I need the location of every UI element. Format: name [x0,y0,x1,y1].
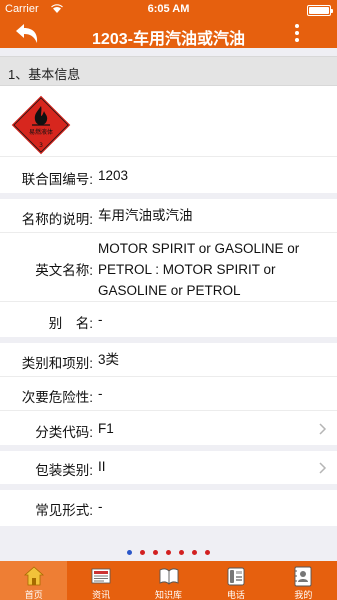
tab-label: 我的 [294,590,313,600]
pager-dot[interactable] [140,550,145,555]
status-bar: Carrier 6:05 AM [0,0,337,20]
field-value: 1203 [98,168,129,183]
field-name-description: 名称的说明: 车用汽油或汽油 [0,199,337,232]
more-options-icon[interactable] [293,24,301,46]
field-alias: 别 名: - [0,302,337,337]
tab-news[interactable]: 资讯 [67,561,134,600]
tab-phone[interactable]: 电话 [202,561,269,600]
hazard-class-number: 3 [39,142,43,149]
back-arrow-icon[interactable] [12,22,42,46]
section-header: 1、基本信息 [0,56,337,86]
field-label: 英文名称: [35,263,93,278]
page-title: 1203-车用汽油或汽油 [92,31,245,48]
hazard-sign-label: 易燃液体 [29,128,53,136]
field-label: 包装类别: [35,463,93,478]
pager-dot[interactable] [179,550,184,555]
field-un-number: 联合国编号: 1203 [0,157,337,193]
field-class-code[interactable]: 分类代码: F1 [0,411,337,445]
section-title: 1、基本信息 [8,67,81,82]
book-icon [159,568,178,585]
news-icon [91,568,111,584]
home-icon [23,566,44,586]
tab-label: 电话 [226,590,245,600]
field-packing-group[interactable]: 包装类别: II [0,451,337,484]
field-label: 分类代码: [35,425,93,440]
tab-label: 首页 [24,590,43,600]
field-value: - [98,386,103,401]
tab-bar: 首页 资讯 知识库 电话 我的 [0,561,337,600]
tab-home[interactable]: 首页 [0,561,68,600]
flammable-liquid-sign-icon: 易燃液体 3 [10,94,72,156]
field-class-division: 类别和项别: 3类 [0,343,337,376]
field-secondary-hazard: 次要危险性: - [0,377,337,410]
field-english-name: 英文名称: MOTOR SPIRIT or GASOLINE or PETROL… [0,233,337,301]
field-label: 常见形式: [35,503,93,518]
page-indicator[interactable] [0,542,337,560]
pager-dot[interactable] [192,550,197,555]
field-value: F1 [98,421,114,436]
tab-label: 知识库 [155,590,183,600]
field-label: 名称的说明: [21,212,93,227]
battery-icon [307,5,333,16]
pager-dot[interactable] [153,550,158,555]
field-value: - [98,499,103,514]
contact-card-icon [294,566,312,587]
pager-dot[interactable] [127,550,132,555]
nav-bar: 1203-车用汽油或汽油 [0,20,337,48]
phone-icon [227,567,245,586]
field-value: 车用汽油或汽油 [98,208,193,223]
field-value: - [98,312,103,327]
field-label: 类别和项别: [21,356,93,371]
tab-label: 资讯 [92,590,111,600]
chevron-right-icon [319,462,327,474]
field-label: 次要危险性: [21,390,93,405]
tab-mine[interactable]: 我的 [270,561,337,600]
field-value: 3类 [98,352,120,367]
pager-dot[interactable] [205,550,210,555]
pager-dot[interactable] [166,550,171,555]
chevron-right-icon [319,423,327,435]
field-label: 联合国编号: [21,172,93,187]
field-label: 别 名: [48,316,93,331]
field-value: II [98,459,106,474]
clock: 6:05 AM [147,3,190,15]
tab-knowledge-base[interactable]: 知识库 [135,561,202,600]
field-value: MOTOR SPIRIT or GASOLINE or PETROL : MOT… [98,241,300,298]
field-common-form: 常见形式: - [0,490,337,526]
hazard-sign-row: 易燃液体 3 [0,86,337,156]
